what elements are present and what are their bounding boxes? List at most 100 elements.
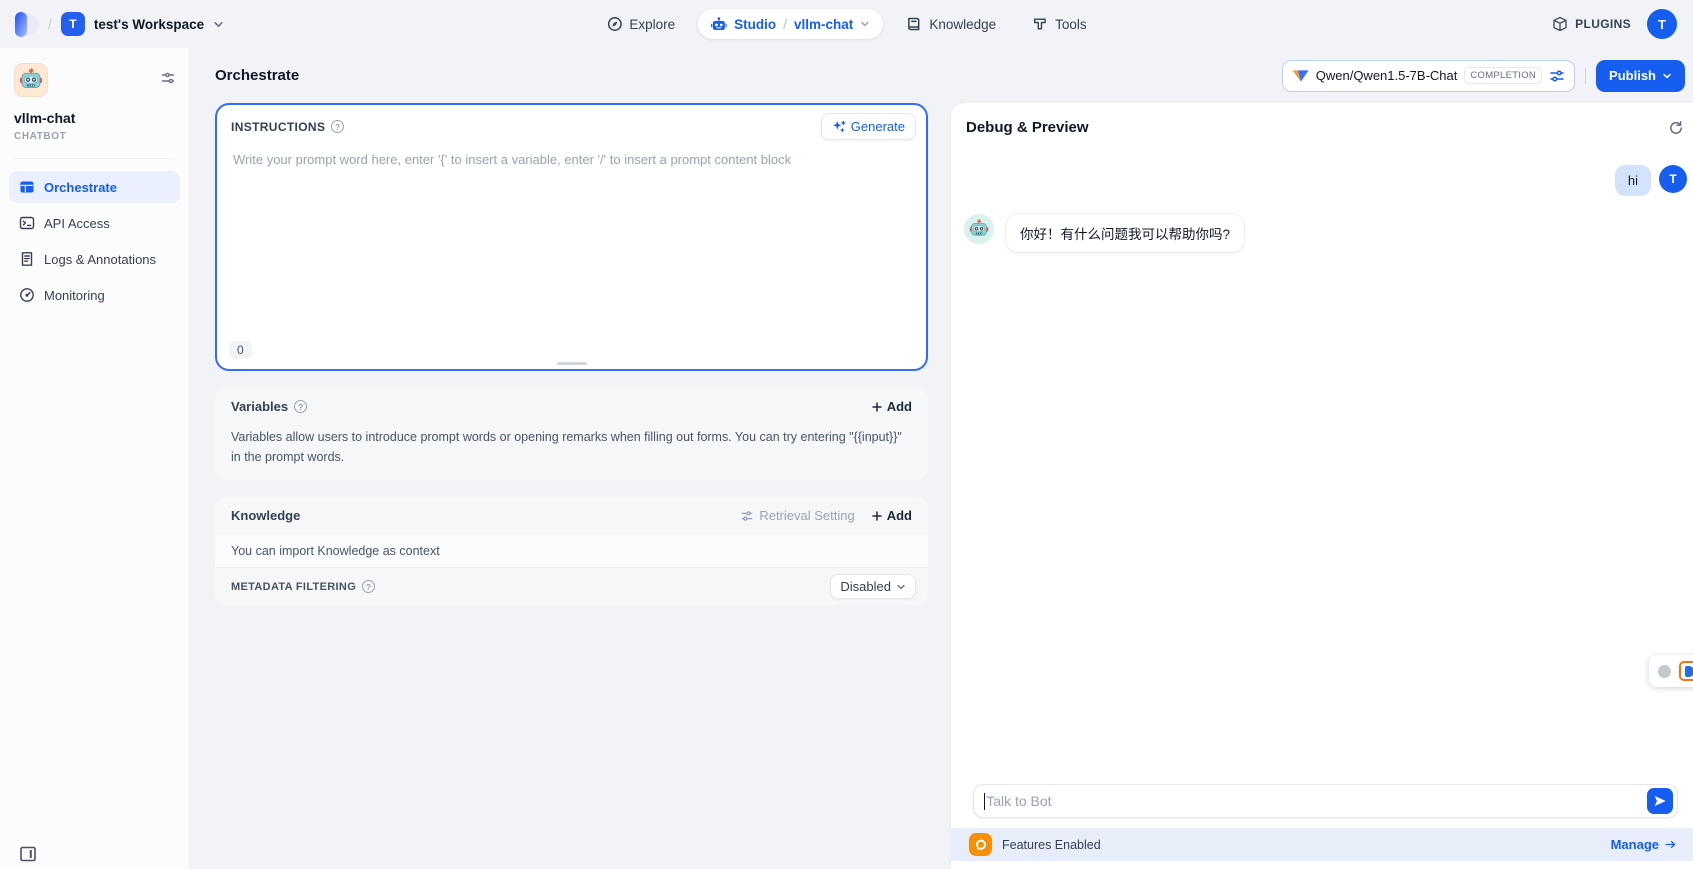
input-placeholder: Talk to Bot	[986, 793, 1051, 809]
talk-to-bot-input[interactable]: Talk to Bot	[973, 784, 1678, 818]
sidebar-item-logs-annotations[interactable]: Logs & Annotations	[9, 243, 180, 275]
nav-item-studio[interactable]: Studio / vllm-chat	[698, 9, 883, 39]
add-variable-button[interactable]: Add	[871, 399, 912, 414]
app-screen: / T test's Workspace Explore Studio / vl…	[0, 0, 1693, 869]
nav-label: Knowledge	[929, 17, 996, 32]
chevron-down-icon	[1662, 71, 1672, 81]
package-icon	[1552, 16, 1568, 32]
bot-message-row: 你好！有什么问题我可以帮助你吗?	[964, 214, 1687, 252]
app-type-badge: CHATBOT	[14, 131, 175, 142]
breadcrumb-separator: /	[48, 16, 52, 32]
model-name: Qwen/Qwen1.5-7B-Chat	[1316, 68, 1458, 83]
app-avatar	[14, 63, 48, 97]
sidebar-item-monitoring[interactable]: Monitoring	[9, 279, 180, 311]
add-knowledge-button[interactable]: Add	[871, 508, 912, 523]
book-icon	[906, 16, 922, 32]
sidebar-item-label: API Access	[44, 216, 110, 231]
debug-preview-panel: Debug & Preview hi T	[951, 103, 1693, 869]
plugins-label: PLUGINS	[1575, 17, 1631, 31]
model-settings-icon[interactable]	[1549, 68, 1565, 84]
variables-description: Variables allow users to introduce promp…	[215, 425, 928, 480]
gauge-icon	[19, 287, 35, 303]
app-operations-icon[interactable]	[160, 70, 176, 86]
sidebar-item-label: Logs & Annotations	[44, 252, 156, 267]
window-grid-icon	[19, 179, 35, 195]
plus-icon	[871, 510, 883, 522]
page-title: Orchestrate	[215, 67, 299, 84]
bot-message-bubble: 你好！有什么问题我可以帮助你吗?	[1006, 214, 1244, 252]
variables-title: Variables	[231, 399, 288, 414]
extension-overlay-widget[interactable]	[1649, 655, 1693, 687]
main-content: Orchestrate Qwen/Qwen1.5-7B-Chat COMPLET…	[190, 48, 1693, 869]
user-avatar: T	[1659, 165, 1687, 193]
generate-button[interactable]: Generate	[821, 113, 916, 140]
manage-features-link[interactable]: Manage	[1611, 837, 1677, 852]
plus-icon	[871, 401, 883, 413]
instructions-title: INSTRUCTIONS	[231, 120, 325, 134]
chat-message-list: hi T 你好！有什么问题我可以帮助你吗?	[951, 136, 1693, 784]
add-label: Add	[887, 508, 912, 523]
terminal-icon	[19, 215, 35, 231]
metadata-filtering-dropdown[interactable]: Disabled	[830, 574, 916, 599]
plugins-button[interactable]: PLUGINS	[1552, 16, 1631, 32]
chevron-down-icon[interactable]	[213, 19, 224, 30]
send-button[interactable]	[1647, 788, 1673, 814]
model-selector[interactable]: Qwen/Qwen1.5-7B-Chat COMPLETION	[1282, 60, 1575, 92]
arrow-right-icon	[1664, 838, 1677, 851]
sidebar-item-label: Orchestrate	[44, 180, 117, 195]
nav-separator: /	[783, 16, 787, 32]
user-message-row: hi T	[964, 165, 1687, 196]
publish-button[interactable]: Publish	[1596, 60, 1685, 92]
divider	[1585, 68, 1586, 84]
compass-icon	[606, 16, 622, 32]
help-icon[interactable]	[294, 400, 307, 413]
collapse-sidebar-button[interactable]	[16, 842, 40, 866]
knowledge-description: You can import Knowledge as context	[215, 534, 928, 568]
manage-label: Manage	[1611, 837, 1659, 852]
document-list-icon	[19, 251, 35, 267]
chat-footer: Talk to Bot	[951, 784, 1693, 869]
account-avatar[interactable]: T	[1647, 9, 1677, 39]
page-toolbar: Orchestrate Qwen/Qwen1.5-7B-Chat COMPLET…	[190, 48, 1693, 103]
nav-label: Tools	[1055, 17, 1087, 32]
sidebar-item-orchestrate[interactable]: Orchestrate	[9, 171, 180, 203]
nav-item-tools[interactable]: Tools	[1019, 9, 1100, 39]
app-name: vllm-chat	[14, 110, 175, 126]
retrieval-settings-icon	[740, 509, 754, 523]
chevron-down-icon[interactable]	[860, 19, 870, 29]
divider	[14, 158, 175, 159]
help-icon[interactable]	[331, 120, 344, 133]
workspace-avatar: T	[61, 12, 85, 36]
app-info-card: vllm-chat CHATBOT	[0, 48, 189, 148]
workspace-name[interactable]: test's Workspace	[94, 17, 204, 32]
restart-conversation-icon[interactable]	[1668, 120, 1684, 136]
current-app-name[interactable]: vllm-chat	[794, 17, 853, 32]
dify-logo[interactable]	[14, 11, 39, 38]
chevron-down-icon	[896, 582, 906, 592]
help-icon[interactable]	[362, 580, 375, 593]
nav-item-explore[interactable]: Explore	[593, 9, 688, 39]
metadata-filtering-value: Disabled	[840, 579, 891, 594]
nav-label: Studio	[734, 17, 776, 32]
sidebar-item-api-access[interactable]: API Access	[9, 207, 180, 239]
knowledge-title: Knowledge	[231, 508, 300, 523]
publish-label: Publish	[1609, 68, 1656, 83]
model-mode-badge: COMPLETION	[1464, 67, 1542, 84]
top-navigation-bar: / T test's Workspace Explore Studio / vl…	[0, 0, 1693, 48]
generate-label: Generate	[851, 119, 905, 134]
instructions-input[interactable]: Write your prompt word here, enter '{' t…	[217, 144, 926, 369]
sparkles-icon	[832, 120, 846, 134]
features-bar: Features Enabled Manage	[951, 828, 1693, 861]
nav-item-knowledge[interactable]: Knowledge	[893, 9, 1009, 39]
debug-preview-title: Debug & Preview	[966, 119, 1089, 136]
sidebar-nav: Orchestrate API Access Logs & Annotation…	[0, 169, 189, 313]
status-dot	[1658, 665, 1671, 678]
metadata-filtering-label: METADATA FILTERING	[231, 581, 356, 593]
retrieval-setting-button[interactable]: Retrieval Setting	[740, 508, 854, 523]
hammer-icon	[1032, 16, 1048, 32]
retrieval-setting-label: Retrieval Setting	[759, 508, 854, 523]
vllm-logo-icon	[1292, 69, 1309, 83]
resize-handle[interactable]	[557, 362, 587, 365]
character-count: 0	[229, 341, 252, 359]
instructions-card: INSTRUCTIONS Generate Write y	[215, 103, 928, 371]
